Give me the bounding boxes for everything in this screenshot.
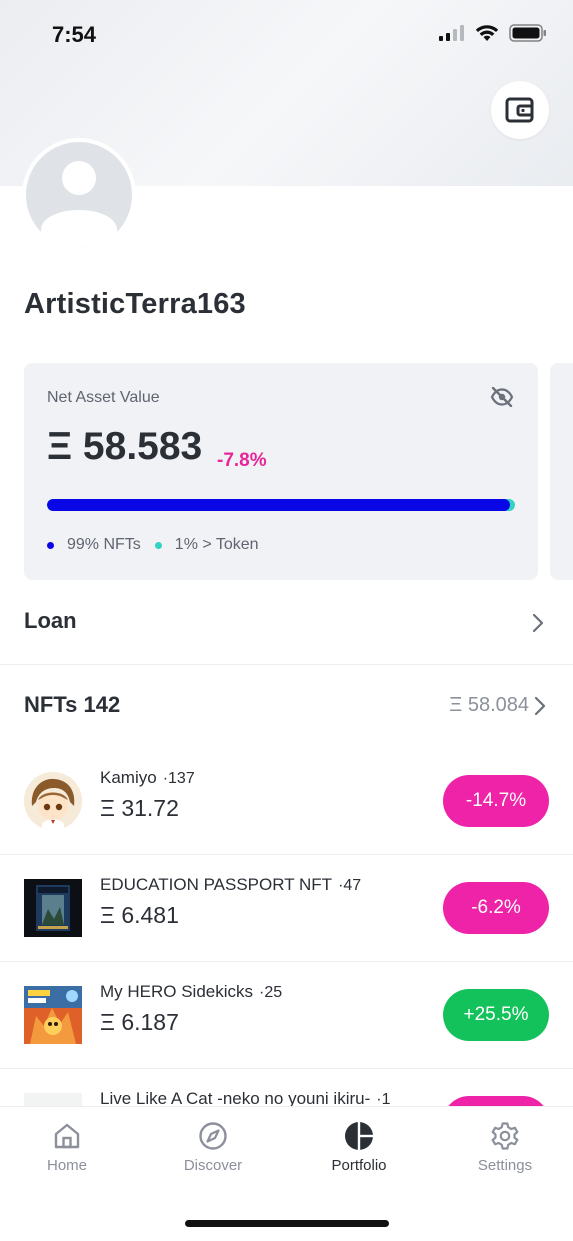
tab-label: Portfolio <box>331 1157 387 1174</box>
collection-name: Kamiyo ·137 <box>100 768 195 787</box>
tab-discover[interactable]: Discover <box>153 1121 273 1174</box>
tab-settings[interactable]: Settings <box>445 1121 565 1174</box>
wallet-icon <box>505 97 534 123</box>
tab-label: Discover <box>183 1157 243 1174</box>
compass-icon <box>199 1122 227 1150</box>
collection-value: Ξ 6.187 <box>100 1009 179 1035</box>
username: ArtisticTerra163 <box>24 288 246 320</box>
eye-off-icon[interactable] <box>490 387 514 407</box>
list-item[interactable]: EDUCATION PASSPORT NFT ·47 Ξ 6.481 -6.2% <box>0 855 573 962</box>
battery-icon <box>509 24 546 42</box>
tab-label: Settings <box>477 1157 533 1174</box>
collection-name: My HERO Sidekicks ·25 <box>100 982 283 1001</box>
collection-thumbnail <box>24 772 82 830</box>
change-badge: -14.7% <box>443 775 549 827</box>
collection-value: Ξ 6.481 <box>100 902 179 928</box>
user-placeholder-icon <box>41 161 117 248</box>
status-time: 7:54 <box>52 22 97 47</box>
token-legend-label[interactable]: 1% > Token <box>175 536 259 554</box>
collection-thumbnail <box>24 986 82 1044</box>
cellular-signal-icon <box>439 25 464 41</box>
nfts-total-value[interactable]: Ξ 58.084 <box>449 694 529 717</box>
token-legend-dot <box>154 541 162 549</box>
collection-value: Ξ 31.72 <box>100 795 179 821</box>
wallet-button[interactable] <box>491 81 549 139</box>
net-asset-card: Net Asset Value Ξ 58.583 -7.8% 99% NFTs … <box>24 363 538 580</box>
allocation-legend: 99% NFTs 1% > Token <box>47 536 259 554</box>
nfts-heading: NFTs 142 <box>24 692 121 717</box>
nft-legend-label: 99% NFTs <box>67 536 141 553</box>
change-badge: +25.5% <box>443 989 549 1041</box>
nft-legend-dot <box>47 541 54 549</box>
home-icon <box>54 1123 80 1149</box>
tab-portfolio[interactable]: Portfolio <box>299 1121 419 1174</box>
status-bar: 7:54 <box>0 0 573 72</box>
net-asset-label: Net Asset Value <box>47 389 160 406</box>
chevron-right-icon <box>532 613 544 633</box>
net-asset-change: -7.8% <box>217 450 267 471</box>
portfolio-icon <box>345 1122 373 1150</box>
tab-label: Home <box>46 1157 87 1174</box>
net-asset-value: Ξ 58.583 <box>47 425 203 468</box>
collection-name: EDUCATION PASSPORT NFT ·47 <box>100 875 362 894</box>
wifi-icon <box>475 25 499 41</box>
next-card-peek[interactable] <box>550 363 573 580</box>
loan-label: Loan <box>24 608 77 633</box>
list-item[interactable]: Kamiyo ·137 Ξ 31.72 -14.7% <box>0 748 573 855</box>
chevron-right-icon[interactable] <box>533 696 547 716</box>
nft-share-fill <box>47 499 511 511</box>
avatar[interactable] <box>22 138 136 252</box>
asset-allocation-bar <box>47 499 515 511</box>
collection-thumbnail <box>24 879 82 937</box>
home-indicator <box>185 1220 389 1227</box>
change-badge: -6.2% <box>443 882 549 934</box>
loan-row[interactable]: Loan <box>0 582 573 665</box>
gear-icon <box>491 1122 519 1150</box>
list-item[interactable]: My HERO Sidekicks ·25 Ξ 6.187 +25.5% <box>0 962 573 1069</box>
tab-home[interactable]: Home <box>7 1121 127 1174</box>
